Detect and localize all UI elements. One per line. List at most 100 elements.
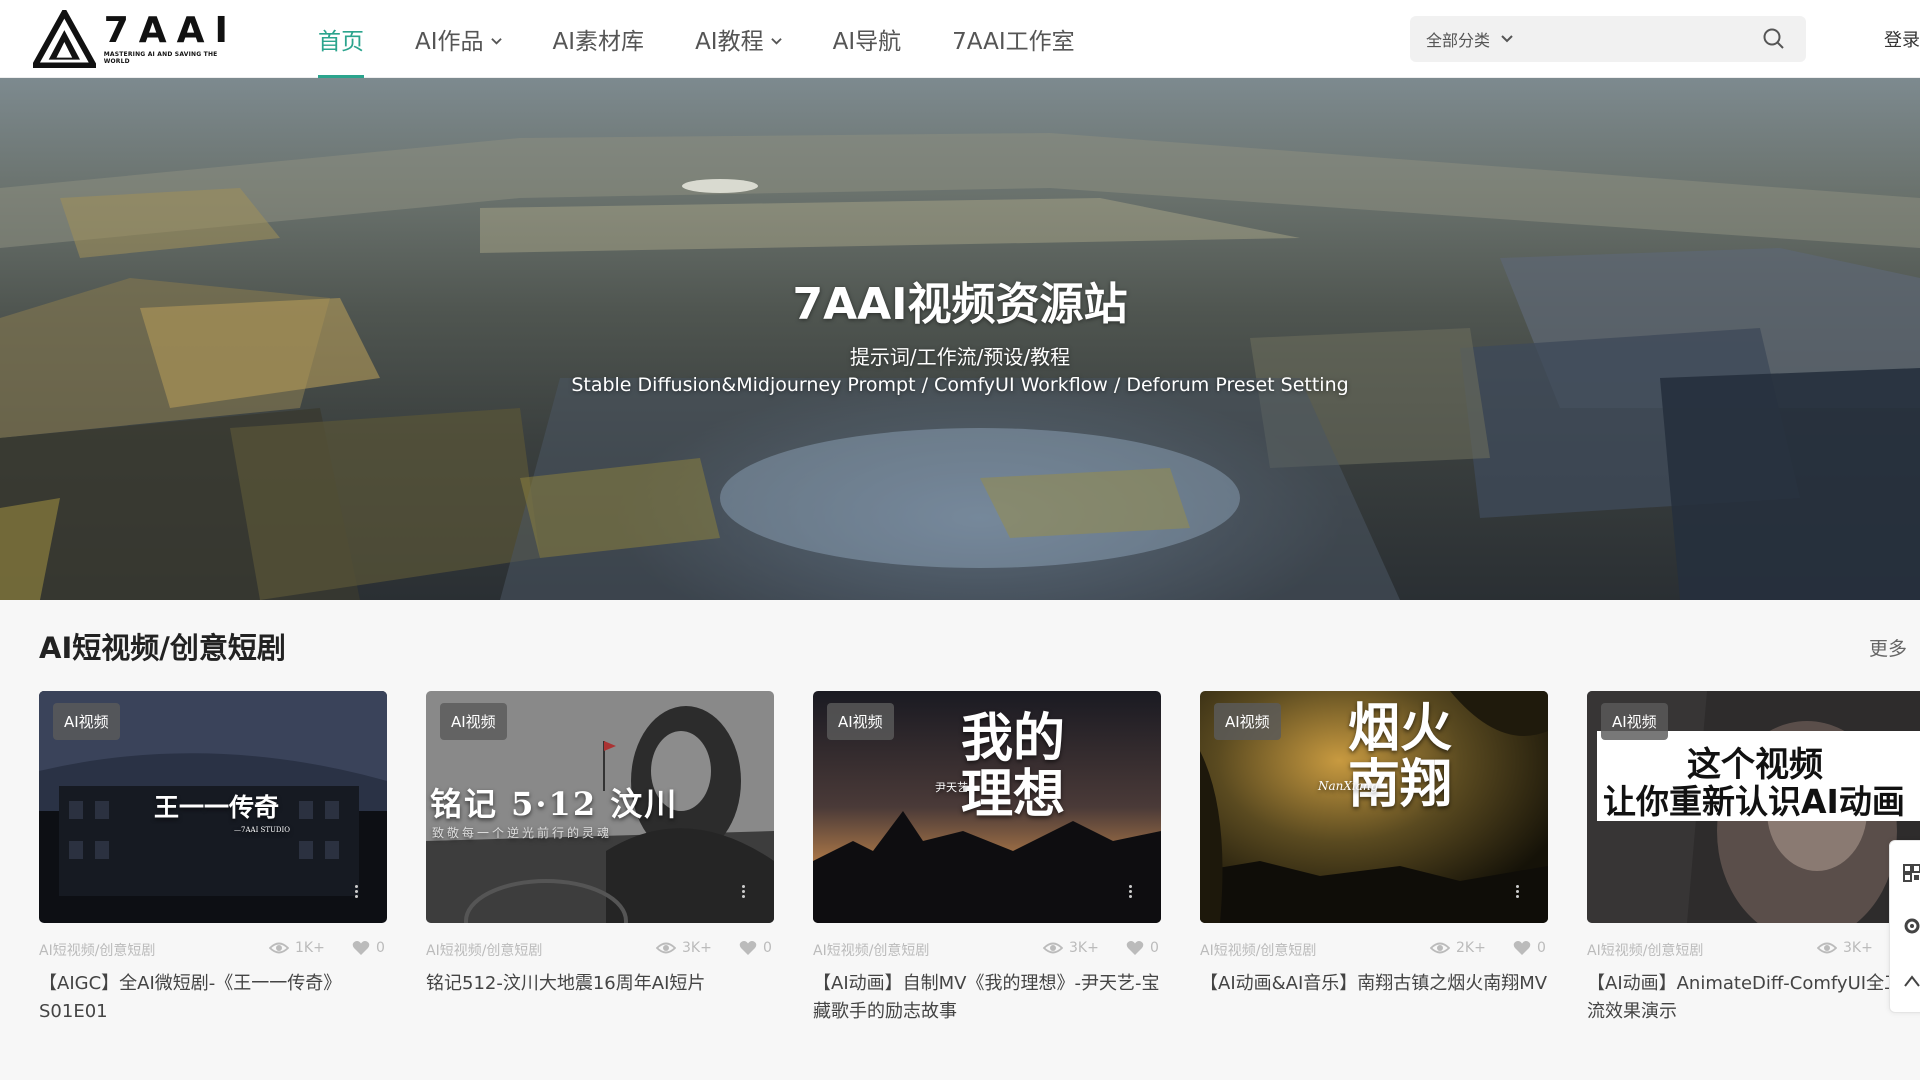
like-button[interactable]: 0 [352,940,385,956]
thumbnail-subtitle: NanXiang [1318,779,1379,793]
heart-icon [1513,941,1531,955]
nav-item-studio[interactable]: 7AAI工作室 [952,0,1075,78]
nav-item-label: 7AAI工作室 [952,29,1075,55]
category-badge: AI视频 [1601,703,1668,740]
nav-item-ai-assets[interactable]: AI素材库 [553,0,645,78]
view-count: 3K+ [682,940,712,956]
nav-item-label: 首页 [318,29,364,55]
back-to-top-icon[interactable] [1902,971,1920,991]
category-badge: AI视频 [827,703,894,740]
nav-item-label: AI导航 [832,29,902,55]
like-button[interactable]: 0 [1126,940,1159,956]
search-category-select[interactable]: 全部分类 [1426,27,1514,51]
category-badge: AI视频 [440,703,507,740]
thumbnail-title: 我的理想 [961,708,1066,825]
card-title-link[interactable]: 铭记512-汶川大地震16周年AI短片 [426,970,774,998]
video-card: 烟火南翔 NanXiang AI视频 AI短视频/创意短剧 2K+ 0 【AI动… [1200,691,1548,998]
card-category-link[interactable]: AI短视频/创意短剧 [1587,940,1703,960]
more-options-icon[interactable] [1127,883,1133,903]
card-title-link[interactable]: 【AI动画】AnimateDiff-ComfyUI全工作流效果演示 [1587,970,1920,1026]
more-options-icon[interactable] [740,883,746,903]
video-card-list: 王一一传奇 —7AAI STUDIO AI视频 AI短视频/创意短剧 1K+ 0… [39,691,1920,1080]
thumbnail-title: 烟火南翔 [1348,698,1453,815]
search-bar: 全部分类 [1410,16,1806,62]
like-count: 0 [376,940,385,956]
thumbnail-subtitle: 尹天艺 [935,781,968,794]
logo-triangle-icon [33,10,96,68]
like-count: 0 [1537,940,1546,956]
qrcode-icon[interactable] [1902,863,1920,883]
chevron-down-icon [490,37,502,45]
eye-icon [1430,942,1450,954]
nav-item-label: AI作品 [415,29,484,55]
card-title-link[interactable]: 【AI动画】自制MV《我的理想》-尹天艺-宝藏歌手的励志故事 [813,970,1161,1026]
more-options-icon[interactable] [353,883,359,903]
site-header: 7AAI MASTERING AI AND SAVING THE WORLD 首… [0,0,1920,78]
nav-item-ai-works[interactable]: AI作品 [415,0,502,78]
gear-icon[interactable] [1902,916,1920,936]
card-meta: AI短视频/创意短剧 2K+ 0 [1200,938,1548,960]
section-title: AI短视频/创意短剧 [39,631,286,665]
section-more-link[interactable]: 更多 [1869,634,1907,661]
like-button[interactable]: 0 [739,940,772,956]
hero-title: 7AAI视频资源站 [792,279,1128,330]
thumbnail-subtitle: 致敬每一个逆光前行的灵魂 [432,826,613,840]
search-input[interactable] [1526,16,1762,62]
hero-subtitle: 提示词/工作流/预设/教程 [849,345,1071,369]
logo-text: 7AAI [103,10,238,51]
video-thumbnail[interactable]: 烟火南翔 NanXiang AI视频 [1200,691,1548,923]
view-count: 2K+ [1456,940,1486,956]
search-icon[interactable] [1762,27,1786,51]
video-card: 这个视频 让你重新认识AI动画 AI视频 AI短视频/创意短剧 3K+ 0 【A… [1587,691,1920,1026]
video-card: 王一一传奇 —7AAI STUDIO AI视频 AI短视频/创意短剧 1K+ 0… [39,691,387,1026]
card-category-link[interactable]: AI短视频/创意短剧 [39,940,155,960]
search-category-label: 全部分类 [1426,31,1491,50]
card-title-link[interactable]: 【AI动画&AI音乐】南翔古镇之烟火南翔MV [1200,970,1548,998]
card-category-link[interactable]: AI短视频/创意短剧 [1200,940,1316,960]
eye-icon [1043,942,1063,954]
video-thumbnail[interactable]: 这个视频 让你重新认识AI动画 AI视频 [1587,691,1920,923]
floating-toolbar [1889,840,1920,1013]
eye-icon [269,942,289,954]
video-thumbnail[interactable]: 王一一传奇 —7AAI STUDIO AI视频 [39,691,387,923]
thumbnail-subtitle: —7AAI STUDIO [234,826,291,834]
logo-tagline: MASTERING AI AND SAVING THE WORLD [103,51,218,65]
main-nav: 首页 AI作品 AI素材库 AI教程 AI导航 7AAI工作室 [318,0,1126,78]
video-thumbnail[interactable]: 铭记 5·12 汶川 致敬每一个逆光前行的灵魂 AI视频 [426,691,774,923]
view-count: 3K+ [1843,940,1873,956]
category-badge: AI视频 [53,703,120,740]
card-category-link[interactable]: AI短视频/创意短剧 [426,940,542,960]
like-count: 0 [763,940,772,956]
eye-icon [1817,942,1837,954]
heart-icon [1126,941,1144,955]
video-card: 铭记 5·12 汶川 致敬每一个逆光前行的灵魂 AI视频 AI短视频/创意短剧 … [426,691,774,998]
view-count: 1K+ [295,940,325,956]
nav-item-home[interactable]: 首页 [318,0,364,78]
like-count: 0 [1150,940,1159,956]
nav-item-label: AI素材库 [552,29,645,55]
nav-item-label: AI教程 [695,29,764,55]
like-button[interactable]: 0 [1513,940,1546,956]
category-badge: AI视频 [1214,703,1281,740]
hero-banner: 7AAI视频资源站 提示词/工作流/预设/教程 Stable Diffusion… [0,78,1920,600]
chevron-down-icon [770,37,782,45]
heart-icon [739,941,757,955]
thumbnail-title: 铭记 5·12 汶川 [430,785,679,823]
card-meta: AI短视频/创意短剧 3K+ 0 [813,938,1161,960]
card-category-link[interactable]: AI短视频/创意短剧 [813,940,929,960]
video-thumbnail[interactable]: 我的理想 尹天艺 AI视频 [813,691,1161,923]
thumbnail-subtitle: 让你重新认识AI动画 [1603,782,1905,821]
heart-icon [352,941,370,955]
card-meta: AI短视频/创意短剧 3K+ 0 [1587,938,1920,960]
nav-item-ai-tutorials[interactable]: AI教程 [695,0,782,78]
view-count: 3K+ [1069,940,1099,956]
site-logo[interactable]: 7AAI MASTERING AI AND SAVING THE WORLD [33,9,243,69]
nav-item-ai-navigation[interactable]: AI导航 [833,0,902,78]
eye-icon [656,942,676,954]
card-title-link[interactable]: 【AIGC】全AI微短剧-《王一一传奇》S01E01 [39,970,387,1026]
more-options-icon[interactable] [1514,883,1520,903]
card-meta: AI短视频/创意短剧 3K+ 0 [426,938,774,960]
hero-subtitle-en: Stable Diffusion&Midjourney Prompt / Com… [571,374,1349,396]
login-link[interactable]: 登录 [1884,26,1920,52]
video-card: 我的理想 尹天艺 AI视频 AI短视频/创意短剧 3K+ 0 【AI动画】自制M… [813,691,1161,1026]
